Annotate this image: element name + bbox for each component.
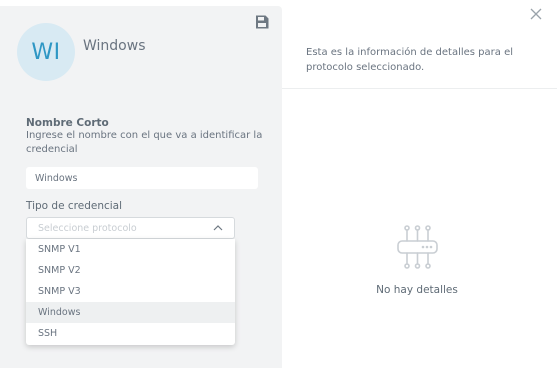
close-icon[interactable]: [530, 8, 542, 20]
avatar-initials: WI: [31, 39, 61, 65]
credential-title: Windows: [83, 38, 146, 54]
credential-type-select[interactable]: Seleccione protocolo: [26, 217, 235, 239]
option-snmp-v1[interactable]: SNMP V1: [26, 239, 235, 260]
credential-type-placeholder: Seleccione protocolo: [38, 222, 137, 234]
option-windows[interactable]: Windows: [26, 302, 235, 323]
short-name-help: Ingrese el nombre con el que va a identi…: [26, 130, 263, 155]
network-device-icon: [397, 225, 438, 269]
empty-details-message: No hay detalles: [376, 284, 458, 296]
option-ssh[interactable]: SSH: [26, 323, 235, 344]
chevron-up-icon: [213, 225, 223, 231]
details-divider: [282, 88, 557, 89]
credential-type-label: Tipo de credencial: [26, 200, 123, 212]
details-intro: Esta es la información de detalles para …: [306, 47, 514, 73]
option-snmp-v2[interactable]: SNMP V2: [26, 260, 235, 281]
avatar: WI: [17, 23, 75, 81]
save-icon[interactable]: [254, 14, 270, 30]
credential-type-dropdown: SNMP V1 SNMP V2 SNMP V3 Windows SSH: [26, 239, 235, 345]
short-name-input[interactable]: [26, 167, 258, 189]
short-name-label: Nombre Corto: [26, 117, 109, 129]
option-snmp-v3[interactable]: SNMP V3: [26, 281, 235, 302]
